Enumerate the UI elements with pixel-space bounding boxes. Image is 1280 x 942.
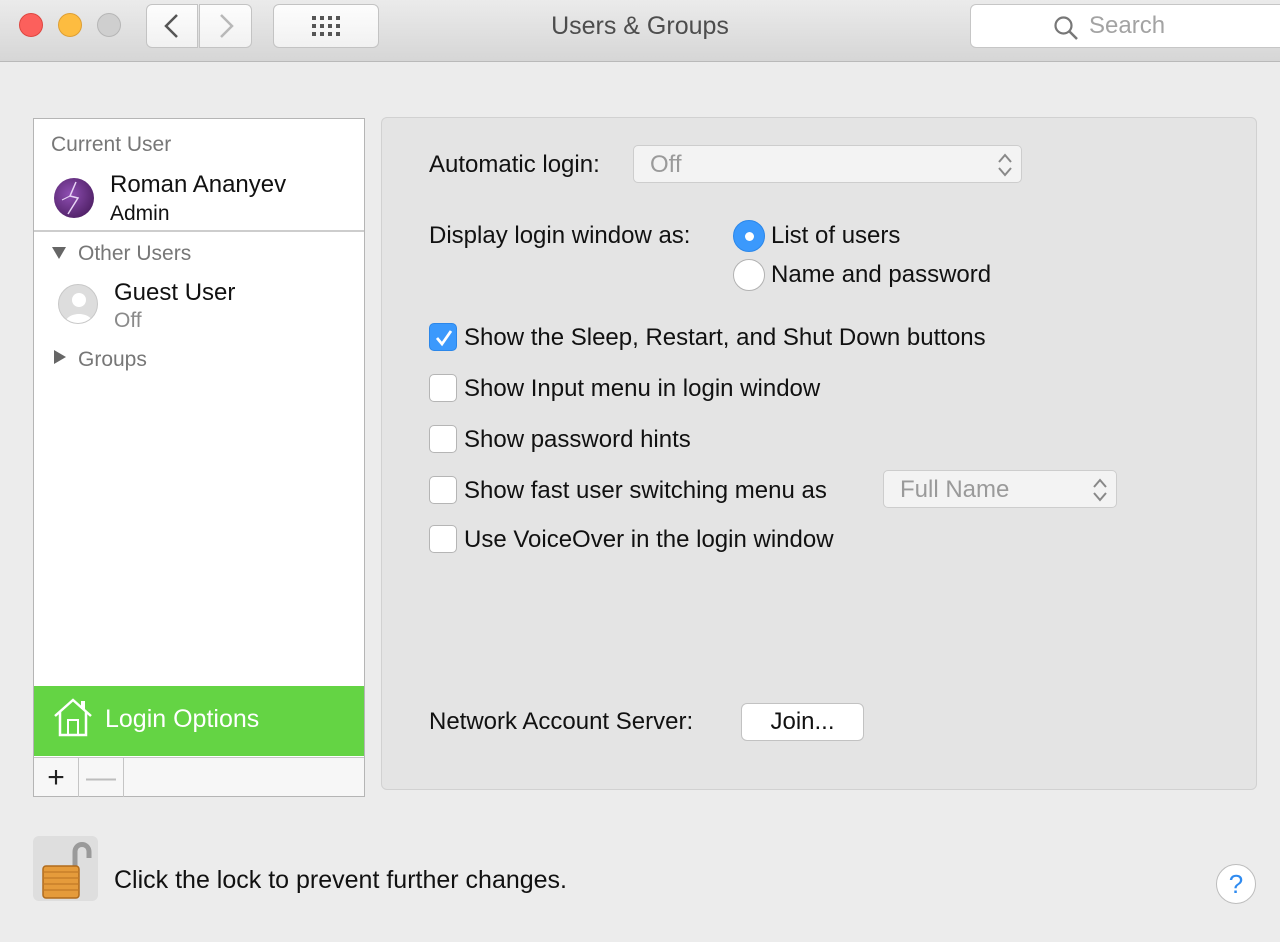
guest-avatar bbox=[58, 284, 98, 324]
sidebar-footer: + — bbox=[34, 757, 364, 797]
disclosure-triangle-open-icon[interactable] bbox=[51, 246, 67, 260]
checkmark-icon bbox=[435, 330, 453, 347]
disclosure-triangle-closed-icon[interactable] bbox=[53, 349, 67, 365]
remove-user-button[interactable]: — bbox=[79, 758, 124, 797]
automatic-login-select[interactable]: Off bbox=[633, 145, 1022, 183]
fast-switch-select[interactable]: Full Name bbox=[883, 470, 1117, 508]
automatic-login-label: Automatic login: bbox=[429, 151, 600, 178]
list-of-users-radio[interactable] bbox=[733, 220, 765, 252]
current-user-header: Current User bbox=[51, 133, 172, 156]
show-input-menu-label: Show Input menu in login window bbox=[464, 375, 821, 402]
search-field[interactable] bbox=[970, 4, 1280, 48]
help-button[interactable]: ? bbox=[1216, 864, 1256, 904]
lightning-icon bbox=[61, 181, 80, 215]
users-sidebar: Current User Roman Ananyev Admin Other U… bbox=[33, 118, 365, 797]
show-password-hints-label: Show password hints bbox=[464, 426, 691, 453]
title-bar: Users & Groups bbox=[0, 0, 1280, 62]
list-of-users-label: List of users bbox=[771, 222, 901, 249]
network-server-label: Network Account Server: bbox=[429, 708, 694, 735]
house-icon bbox=[54, 698, 92, 737]
voiceover-label: Use VoiceOver in the login window bbox=[464, 526, 834, 553]
name-and-password-radio[interactable] bbox=[733, 259, 765, 291]
fast-user-switching-label: Show fast user switching menu as bbox=[464, 477, 827, 504]
login-options-item[interactable]: Login Options bbox=[34, 686, 364, 756]
unlocked-padlock-icon bbox=[42, 842, 92, 899]
name-and-password-label: Name and password bbox=[771, 261, 992, 288]
fast-user-switching-checkbox[interactable] bbox=[429, 476, 457, 504]
show-sleep-restart-checkbox[interactable] bbox=[429, 323, 457, 351]
automatic-login-value: Off bbox=[650, 151, 682, 178]
section-divider bbox=[34, 230, 364, 232]
show-password-hints-checkbox[interactable] bbox=[429, 425, 457, 453]
current-user-role: Admin bbox=[110, 202, 170, 225]
join-button[interactable]: Join... bbox=[741, 703, 864, 741]
lock-message: Click the lock to prevent further change… bbox=[114, 866, 568, 894]
current-user-name: Roman Ananyev bbox=[110, 171, 287, 198]
groups-header: Groups bbox=[78, 348, 147, 371]
guest-user-status: Off bbox=[114, 309, 142, 332]
login-options-label: Login Options bbox=[105, 705, 260, 733]
user-avatar bbox=[54, 178, 94, 218]
up-down-arrows-icon bbox=[998, 153, 1012, 177]
show-sleep-restart-label: Show the Sleep, Restart, and Shut Down b… bbox=[464, 324, 986, 351]
add-user-button[interactable]: + bbox=[34, 758, 79, 797]
other-users-header: Other Users bbox=[78, 242, 192, 265]
voiceover-checkbox[interactable] bbox=[429, 525, 457, 553]
person-icon bbox=[65, 293, 93, 323]
search-input[interactable] bbox=[1089, 11, 1269, 41]
search-icon bbox=[1054, 16, 1078, 40]
show-input-menu-checkbox[interactable] bbox=[429, 374, 457, 402]
login-options-panel: Automatic login: Off Display login windo… bbox=[381, 117, 1257, 790]
fast-switch-value: Full Name bbox=[900, 476, 1010, 503]
guest-user-name: Guest User bbox=[114, 279, 236, 306]
display-login-label: Display login window as: bbox=[429, 222, 691, 249]
up-down-arrows-icon bbox=[1093, 478, 1107, 502]
lock-button[interactable] bbox=[33, 836, 98, 901]
